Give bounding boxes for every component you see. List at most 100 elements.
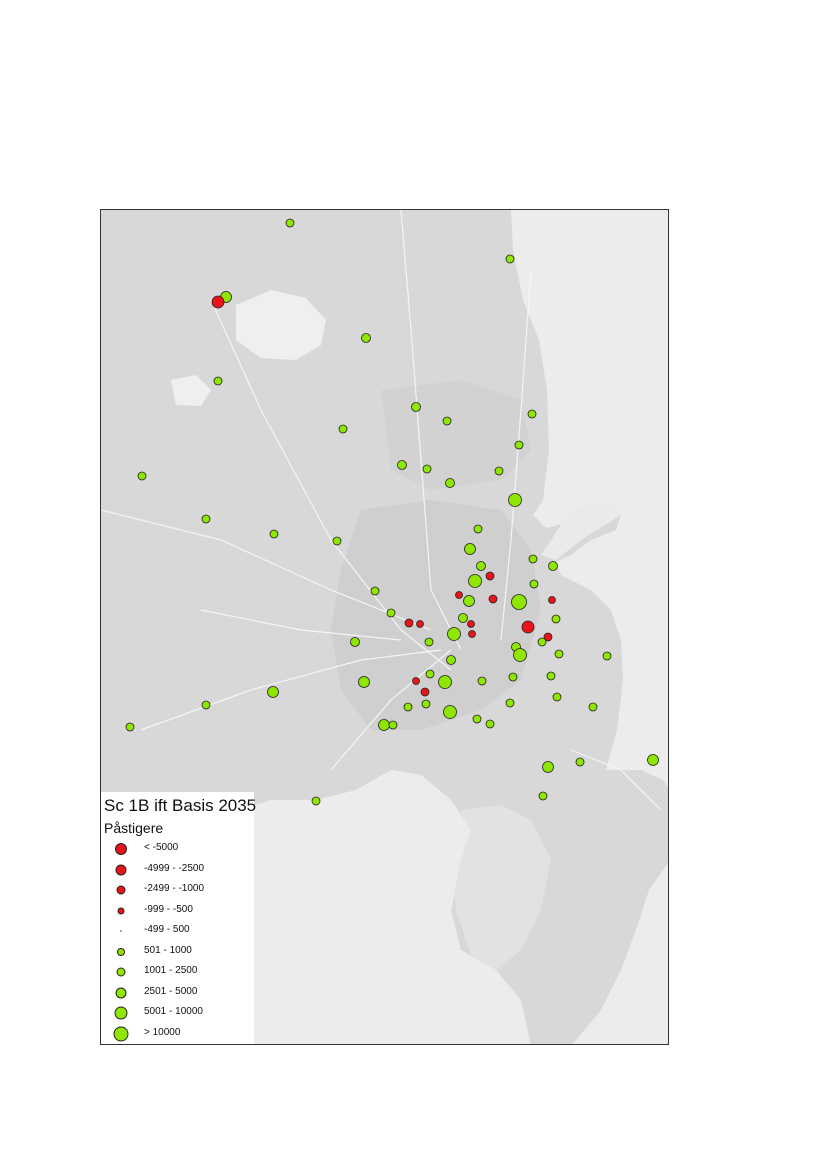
station-marker[interactable] (403, 702, 413, 712)
legend-symbol (113, 1026, 129, 1042)
station-marker[interactable] (505, 698, 515, 708)
station-marker[interactable] (552, 692, 562, 702)
station-marker[interactable] (386, 608, 396, 618)
station-marker[interactable] (370, 586, 380, 596)
station-marker[interactable] (505, 254, 515, 264)
station-marker[interactable] (546, 671, 556, 681)
legend-label: < -5000 (144, 842, 179, 853)
station-marker[interactable] (388, 720, 398, 730)
legend: Sc 1B ift Basis 2035 Påstigere < -5000 -… (101, 792, 257, 1044)
station-marker[interactable] (476, 561, 486, 571)
station-marker[interactable] (514, 440, 524, 450)
legend-symbol (117, 907, 125, 915)
legend-subtitle: Påstigere (104, 820, 164, 836)
station-marker[interactable] (468, 630, 476, 638)
station-marker[interactable] (511, 594, 527, 610)
station-marker[interactable] (358, 676, 370, 688)
station-marker[interactable] (548, 561, 558, 571)
station-marker[interactable] (404, 618, 414, 628)
station-marker[interactable] (542, 761, 554, 773)
station-marker[interactable] (411, 402, 421, 412)
legend-label: 5001 - 10000 (144, 1006, 203, 1017)
legend-symbol (120, 930, 122, 932)
station-marker[interactable] (537, 637, 547, 647)
station-marker[interactable] (485, 719, 495, 729)
station-marker[interactable] (575, 757, 585, 767)
station-marker[interactable] (468, 574, 482, 588)
station-marker[interactable] (397, 460, 407, 470)
station-marker[interactable] (467, 620, 475, 628)
legend-row: -499 - 500 (101, 921, 254, 941)
station-marker[interactable] (513, 648, 527, 662)
station-marker[interactable] (137, 471, 147, 481)
station-marker[interactable] (425, 669, 435, 679)
station-marker[interactable] (463, 595, 475, 607)
station-marker[interactable] (424, 637, 434, 647)
station-marker[interactable] (332, 536, 342, 546)
station-marker[interactable] (267, 686, 279, 698)
station-marker[interactable] (508, 672, 518, 682)
station-marker[interactable] (529, 579, 539, 589)
station-marker[interactable] (416, 620, 424, 628)
legend-row: 1001 - 2500 (101, 962, 254, 982)
station-marker[interactable] (528, 554, 538, 564)
station-marker[interactable] (548, 596, 556, 604)
legend-symbol (115, 843, 127, 855)
station-marker[interactable] (588, 702, 598, 712)
station-marker[interactable] (422, 464, 432, 474)
station-marker[interactable] (527, 409, 537, 419)
station-marker[interactable] (442, 416, 452, 426)
legend-symbol (116, 885, 126, 895)
station-marker[interactable] (508, 493, 522, 507)
legend-row: 5001 - 10000 (101, 1003, 254, 1023)
legend-row: 501 - 1000 (101, 942, 254, 962)
station-marker[interactable] (458, 613, 468, 623)
legend-symbol (117, 948, 125, 956)
station-marker[interactable] (443, 705, 457, 719)
station-marker[interactable] (125, 722, 135, 732)
legend-row: < -5000 (101, 839, 254, 859)
station-marker[interactable] (421, 699, 431, 709)
legend-label: 1001 - 2500 (144, 965, 198, 976)
station-marker[interactable] (311, 796, 321, 806)
station-marker[interactable] (494, 466, 504, 476)
station-marker[interactable] (438, 675, 452, 689)
station-marker[interactable] (488, 594, 498, 604)
station-marker[interactable] (201, 700, 211, 710)
legend-label: 2501 - 5000 (144, 986, 198, 997)
station-marker[interactable] (477, 676, 487, 686)
legend-label: -999 - -500 (144, 904, 193, 915)
station-marker[interactable] (647, 754, 659, 766)
station-marker[interactable] (551, 614, 561, 624)
station-marker[interactable] (485, 571, 495, 581)
station-marker[interactable] (420, 687, 430, 697)
legend-label: 501 - 1000 (144, 945, 192, 956)
station-marker[interactable] (455, 591, 463, 599)
station-marker[interactable] (521, 620, 535, 634)
legend-label: -2499 - -1000 (144, 883, 205, 894)
map-frame[interactable]: Sc 1B ift Basis 2035 Påstigere < -5000 -… (100, 209, 669, 1045)
station-marker[interactable] (211, 295, 225, 309)
station-marker[interactable] (445, 478, 455, 488)
station-marker[interactable] (338, 424, 348, 434)
station-marker[interactable] (350, 637, 360, 647)
station-marker[interactable] (447, 627, 461, 641)
legend-title: Sc 1B ift Basis 2035 (104, 796, 257, 815)
station-marker[interactable] (446, 655, 456, 665)
station-marker[interactable] (269, 529, 279, 539)
station-marker[interactable] (473, 524, 483, 534)
station-marker[interactable] (361, 333, 371, 343)
legend-row: -2499 - -1000 (101, 880, 254, 900)
station-marker[interactable] (378, 719, 390, 731)
station-marker[interactable] (213, 376, 223, 386)
station-marker[interactable] (285, 218, 295, 228)
legend-label: -4999 - -2500 (144, 863, 205, 874)
legend-symbol (114, 1006, 128, 1020)
station-marker[interactable] (201, 514, 211, 524)
station-marker[interactable] (412, 677, 420, 685)
station-marker[interactable] (464, 543, 476, 555)
station-marker[interactable] (554, 649, 564, 659)
station-marker[interactable] (472, 714, 482, 724)
station-marker[interactable] (538, 791, 548, 801)
station-marker[interactable] (602, 651, 612, 661)
